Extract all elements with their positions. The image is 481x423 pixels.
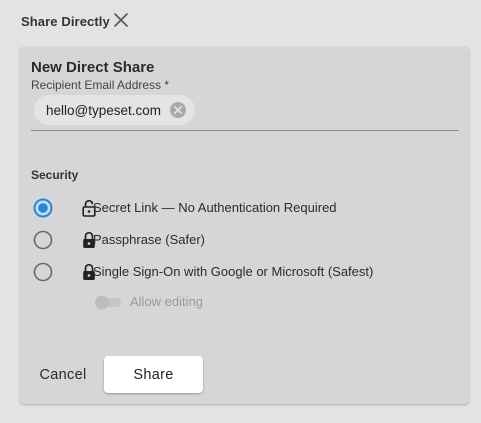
close-icon[interactable]: [112, 11, 130, 29]
radio-selected-icon[interactable]: [33, 198, 53, 218]
recipient-chip[interactable]: hello@typeset.com: [34, 95, 195, 125]
radio-unselected-icon[interactable]: [33, 230, 53, 250]
security-option-passphrase[interactable]: Passphrase (Safer): [33, 228, 453, 252]
dialog-title: Share Directly: [21, 13, 110, 29]
direct-share-panel: New Direct Share Recipient Email Address…: [20, 47, 469, 404]
security-option-label: Passphrase (Safer): [93, 232, 205, 247]
share-button[interactable]: Share: [104, 356, 203, 393]
panel-title: New Direct Share: [31, 59, 155, 76]
radio-unselected-icon[interactable]: [33, 262, 53, 282]
cancel-button[interactable]: Cancel: [28, 357, 98, 393]
cancel-circle-icon[interactable]: [169, 101, 187, 119]
allow-editing-label: Allow editing: [130, 294, 203, 309]
recipient-input-underline: [31, 130, 459, 131]
security-option-sso[interactable]: Single Sign-On with Google or Microsoft …: [33, 260, 453, 284]
security-label: Security: [31, 168, 79, 182]
recipient-chip-email: hello@typeset.com: [46, 102, 162, 118]
allow-editing-toggle[interactable]: [93, 293, 123, 311]
security-option-secret-link[interactable]: Secret Link — No Authentication Required: [33, 196, 453, 220]
security-option-label: Single Sign-On with Google or Microsoft …: [93, 264, 374, 279]
recipient-email-label: Recipient Email Address *: [31, 78, 170, 92]
dialog-header: Share Directly: [21, 12, 110, 30]
security-option-label: Secret Link — No Authentication Required: [93, 200, 337, 215]
